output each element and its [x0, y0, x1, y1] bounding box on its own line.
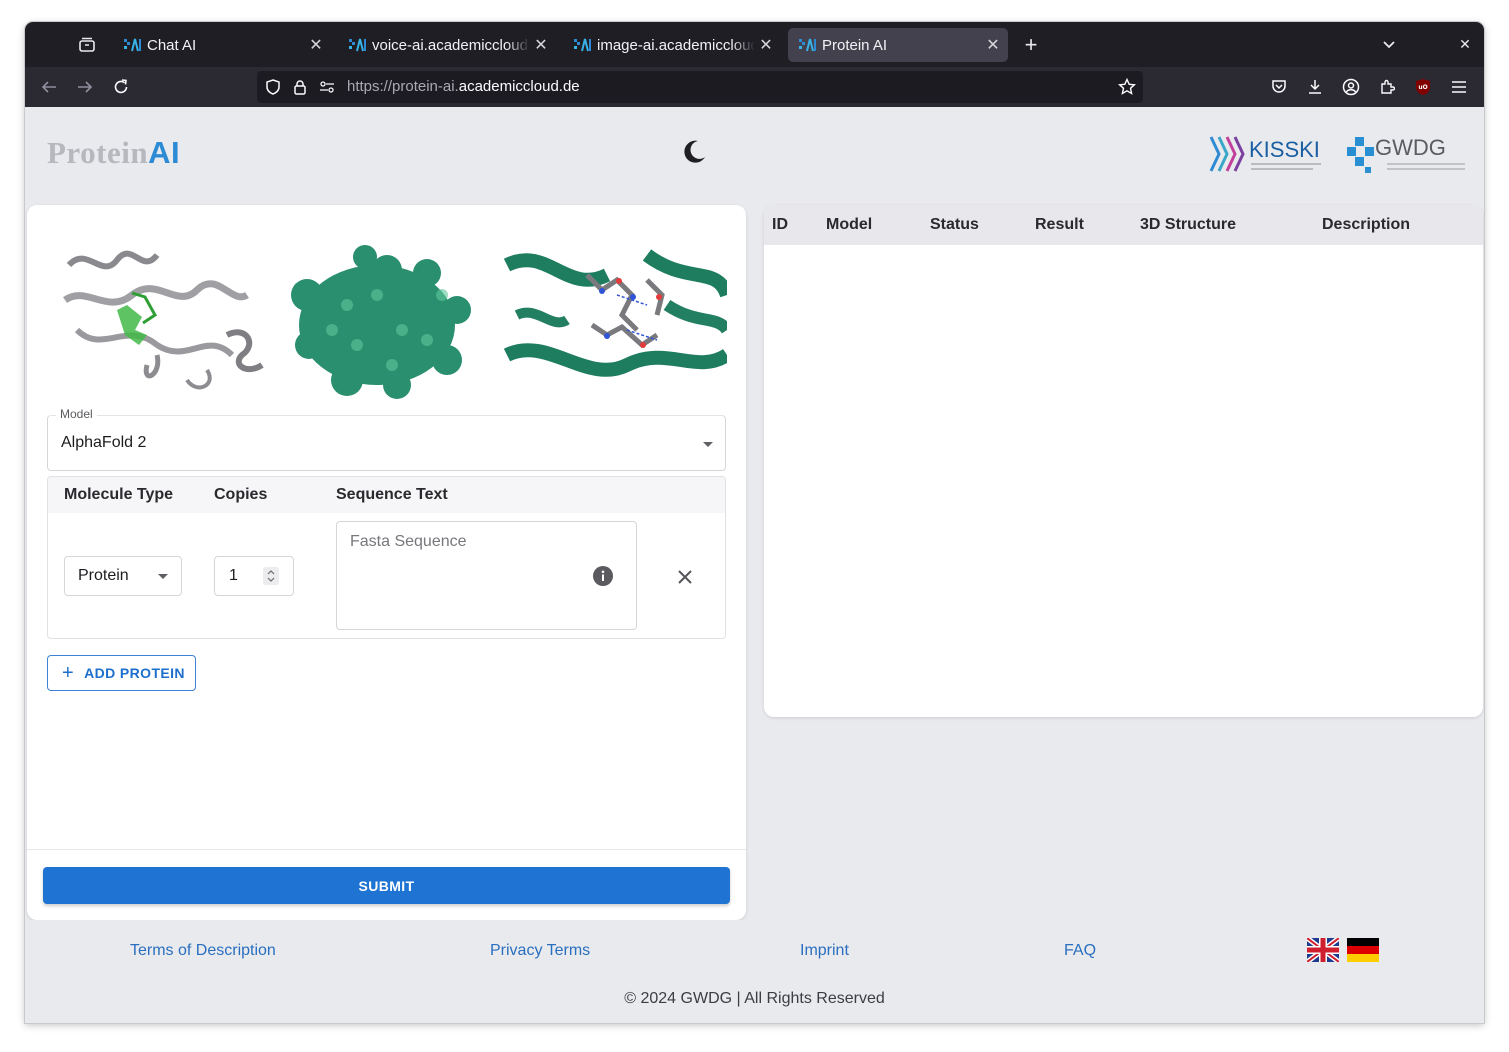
ai-favicon-icon: [124, 38, 141, 52]
lock-icon[interactable]: [293, 79, 307, 95]
model-label: Model: [56, 407, 97, 421]
kisski-logo[interactable]: KISSKI: [1209, 133, 1333, 175]
list-tabs-icon[interactable]: [1375, 22, 1403, 67]
model-select[interactable]: [47, 415, 726, 471]
molecule-type-select[interactable]: Protein: [64, 556, 182, 596]
uk-flag-icon[interactable]: [1307, 938, 1339, 962]
permissions-icon[interactable]: [319, 80, 335, 94]
tab-title: voice-ai.academiccloud.de: [372, 36, 530, 54]
divider: [27, 849, 746, 850]
molecule-type-value: Protein: [78, 567, 129, 584]
close-tab-icon[interactable]: ✕: [530, 34, 552, 56]
remove-row-close-icon[interactable]: [674, 566, 696, 588]
chevron-down-icon[interactable]: [703, 442, 713, 447]
bookmark-star-icon[interactable]: [1118, 78, 1136, 96]
site-header: ProteinAI KISSKI GWDG: [25, 107, 1484, 203]
kisski-text: KISSKI: [1249, 137, 1320, 162]
extensions-icon[interactable]: [1371, 71, 1403, 103]
column-id: ID: [772, 216, 788, 233]
copies-value: 1: [229, 567, 238, 584]
sequence-textarea[interactable]: Fasta Sequence: [336, 521, 637, 630]
add-protein-button[interactable]: + ADD PROTEIN: [47, 655, 196, 691]
column-model: Model: [826, 216, 873, 233]
terms-link[interactable]: Terms of Description: [130, 942, 276, 960]
dark-mode-moon-icon[interactable]: [680, 138, 708, 166]
logo-text: Protein: [47, 135, 149, 170]
url-bar[interactable]: https://protein-ai.academiccloud.de: [257, 71, 1143, 103]
faq-link[interactable]: FAQ: [1064, 942, 1096, 960]
column-sequence-text: Sequence Text: [336, 486, 448, 503]
submit-button[interactable]: SUBMIT: [43, 867, 730, 904]
url-text: https://protein-ai.academiccloud.de: [347, 78, 580, 95]
tab-protein-ai[interactable]: Protein AI ✕: [788, 28, 1008, 62]
close-window-icon[interactable]: ✕: [1451, 22, 1479, 67]
protein-ai-logo[interactable]: ProteinAI: [47, 135, 180, 171]
chevron-down-icon[interactable]: [158, 574, 168, 579]
tab-chat-ai[interactable]: Chat AI ✕: [113, 28, 331, 62]
info-icon[interactable]: [593, 566, 613, 586]
site-footer: Terms of Description Privacy Terms Impri…: [25, 920, 1484, 1023]
close-tab-icon[interactable]: ✕: [755, 34, 777, 56]
plus-icon: +: [62, 662, 75, 684]
new-tab-icon[interactable]: +: [1017, 22, 1045, 67]
tab-image-ai[interactable]: image-ai.academiccloud.de ✕: [563, 28, 781, 62]
column-result: Result: [1035, 216, 1084, 233]
molecule-table: Molecule Type Copies Sequence Text Prote…: [47, 476, 726, 639]
tab-title: Protein AI: [822, 36, 888, 54]
svg-text:uO: uO: [1418, 84, 1427, 91]
imprint-link[interactable]: Imprint: [800, 942, 849, 960]
ublock-icon[interactable]: uO: [1407, 71, 1439, 103]
column-molecule-type: Molecule Type: [64, 486, 174, 503]
download-icon[interactable]: [1299, 71, 1331, 103]
model-value: AlphaFold 2: [61, 434, 147, 451]
ligand-binding-image: [503, 249, 727, 391]
results-table-card: ID Model Status Result 3D Structure Desc…: [764, 205, 1483, 717]
shield-icon[interactable]: [265, 79, 281, 95]
url-domain: academiccloud.de: [458, 78, 580, 95]
pocket-icon[interactable]: [1263, 71, 1295, 103]
results-table-header: ID Model Status Result 3D Structure Desc…: [764, 205, 1483, 245]
ai-favicon-icon: [574, 38, 591, 52]
ai-favicon-icon: [799, 38, 816, 52]
tab-manager-icon[interactable]: [73, 22, 101, 67]
copies-input[interactable]: 1: [214, 556, 294, 596]
navigation-bar: https://protein-ai.academiccloud.de uO: [25, 67, 1484, 107]
close-tab-icon[interactable]: ✕: [305, 34, 327, 56]
molecule-table-header: Molecule Type Copies Sequence Text: [48, 477, 725, 513]
browser-window: Chat AI ✕ voice-ai.academiccloud.de ✕ im…: [25, 22, 1484, 1023]
url-prefix: https://protein-ai.: [347, 78, 459, 95]
ribbon-structure-image: [63, 250, 264, 390]
logo-ai: AI: [148, 135, 181, 170]
submit-label: SUBMIT: [358, 877, 415, 894]
stepper-up-icon[interactable]: [267, 570, 275, 575]
forward-arrow-icon[interactable]: [69, 71, 101, 103]
column-status: Status: [930, 216, 979, 233]
tab-title: Chat AI: [147, 36, 197, 54]
ai-favicon-icon: [349, 38, 366, 52]
privacy-terms-link[interactable]: Privacy Terms: [490, 942, 590, 960]
column-copies: Copies: [214, 486, 268, 503]
close-tab-icon[interactable]: ✕: [982, 34, 1004, 56]
gwdg-text: GWDG: [1375, 135, 1446, 160]
back-arrow-icon[interactable]: [33, 71, 65, 103]
surface-structure-image: [291, 245, 471, 399]
column-description: Description: [1322, 216, 1411, 233]
reload-icon[interactable]: [105, 71, 137, 103]
protein-form-card: Model AlphaFold 2 Molecule Type Copies S…: [27, 205, 746, 920]
tab-voice-ai[interactable]: voice-ai.academiccloud.de ✕: [338, 28, 556, 62]
column-3d-structure: 3D Structure: [1140, 216, 1237, 233]
page-content: ProteinAI KISSKI GWDG Model AlphaFold 2 …: [25, 107, 1484, 1023]
gwdg-logo[interactable]: GWDG: [1345, 133, 1469, 175]
stepper-down-icon[interactable]: [267, 577, 275, 582]
tab-bar: Chat AI ✕ voice-ai.academiccloud.de ✕ im…: [25, 22, 1484, 67]
german-flag-icon[interactable]: [1347, 938, 1379, 962]
sequence-placeholder: Fasta Sequence: [350, 533, 467, 550]
account-icon[interactable]: [1335, 71, 1367, 103]
copyright-text: © 2024 GWDG | All Rights Reserved: [624, 990, 885, 1007]
add-protein-label: ADD PROTEIN: [84, 665, 185, 681]
tab-title: image-ai.academiccloud.de: [597, 36, 755, 54]
protein-structure-images: [63, 245, 727, 399]
copies-stepper[interactable]: [263, 567, 279, 585]
menu-hamburger-icon[interactable]: [1443, 71, 1475, 103]
